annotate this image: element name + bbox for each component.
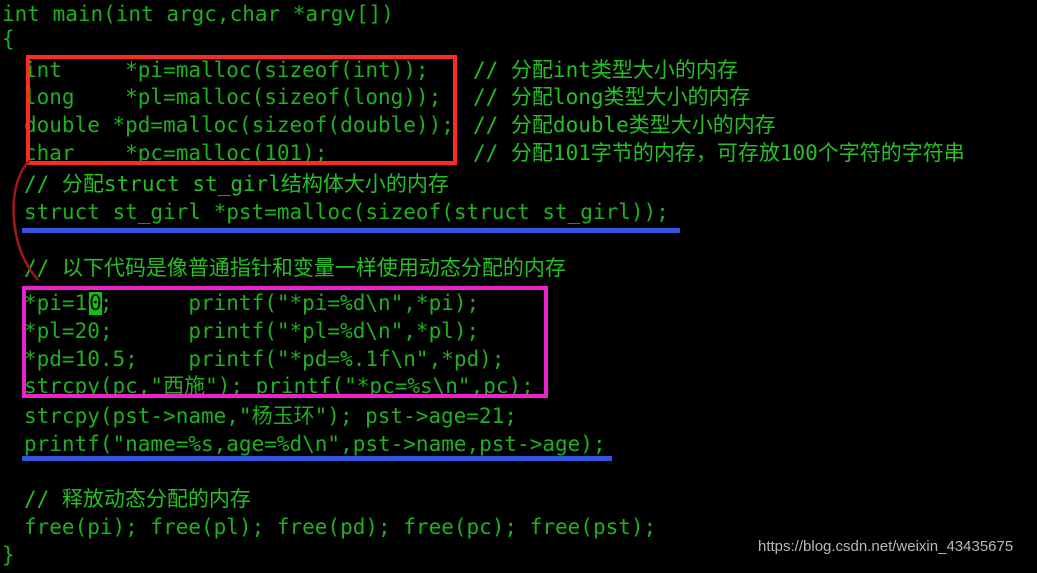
red-curve-annotation (12, 159, 39, 281)
blue-underline-struct-line (22, 228, 680, 233)
trailing-comment-0: // 分配int类型大小的内存 (473, 58, 738, 82)
blue-underline-printf-line (22, 456, 612, 461)
code-line-15: printf("name=%s,age=%d\n",pst->name,pst-… (24, 432, 606, 456)
code-line-1: { (2, 27, 15, 51)
code-line-18: free(pi); free(pl); free(pd); free(pc); … (24, 515, 657, 539)
text-cursor[interactable]: 0 (89, 292, 102, 315)
trailing-comment-2: // 分配double类型大小的内存 (473, 113, 776, 137)
code-line-14: strcpy(pst->name,"杨玉环"); pst->age=21; (24, 404, 517, 428)
trailing-comment-1: // 分配long类型大小的内存 (473, 85, 751, 109)
code-line-7: struct st_girl *pst=malloc(sizeof(struct… (24, 200, 669, 224)
code-line-17: // 释放动态分配的内存 (24, 487, 251, 511)
trailing-comment-3: // 分配101字节的内存，可存放100个字符的字符串 (473, 141, 965, 165)
code-screenshot: int main(int argc,char *argv[]) { int *p… (0, 0, 1037, 573)
code-line-9: // 以下代码是像普通指针和变量一样使用动态分配的内存 (24, 256, 566, 280)
red-highlight-box-declarations (26, 55, 457, 165)
code-line-0: int main(int argc,char *argv[]) (2, 2, 394, 26)
code-line-19: } (2, 543, 15, 567)
watermark-url: https://blog.csdn.net/weixin_43435675 (758, 538, 1014, 555)
